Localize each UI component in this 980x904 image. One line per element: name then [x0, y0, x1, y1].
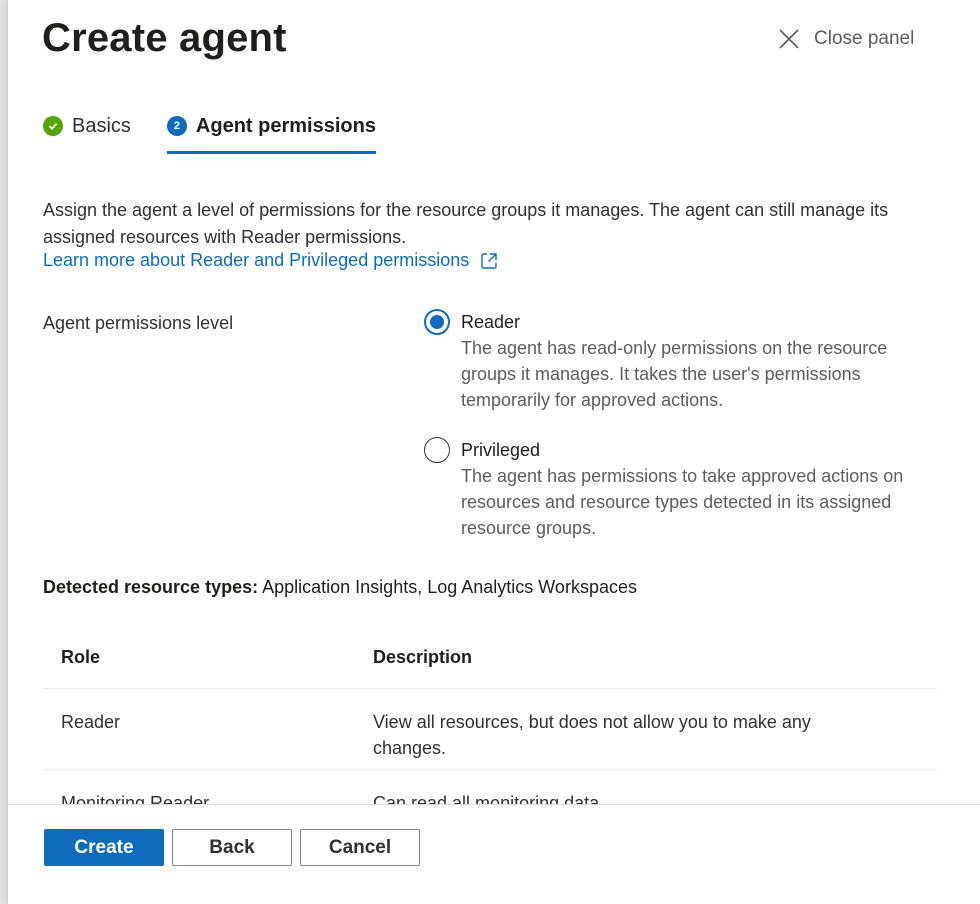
- detected-label: Detected resource types:: [43, 577, 259, 597]
- privileged-option-label: Privileged: [461, 440, 541, 460]
- table-row: Reader View all resources, but does not …: [43, 689, 937, 770]
- column-header-description: Description: [373, 646, 473, 667]
- step-number-badge: 2: [166, 116, 187, 136]
- tab-agent-permissions[interactable]: 2 Agent permissions: [166, 110, 377, 154]
- create-agent-panel: Create agent Close panel Basics 2 Agent …: [7, 0, 980, 904]
- reader-option-description: The agent has read-only permissions on t…: [461, 338, 888, 410]
- description-cell: View all resources, but does not allow y…: [373, 712, 811, 758]
- tab-agent-permissions-label: Agent permissions: [195, 114, 376, 137]
- close-icon: [779, 29, 799, 49]
- external-link-icon: [481, 252, 497, 269]
- learn-more-label: Learn more about Reader and Privileged p…: [43, 250, 470, 270]
- check-icon: [43, 116, 63, 136]
- create-button[interactable]: Create: [44, 829, 164, 866]
- privileged-option-description: The agent has permissions to take approv…: [461, 466, 904, 538]
- description-cell: Can read all monitoring data.: [373, 793, 605, 804]
- back-button[interactable]: Back: [172, 829, 292, 866]
- page-title: Create agent: [42, 16, 287, 60]
- learn-more-link[interactable]: Learn more about Reader and Privileged p…: [43, 250, 499, 271]
- tab-basics[interactable]: Basics: [43, 110, 131, 142]
- tab-basics-label: Basics: [72, 114, 131, 137]
- roles-table: Role Description Reader View all resourc…: [43, 625, 937, 804]
- intro-text: Assign the agent a level of permissions …: [43, 200, 889, 247]
- detected-resource-types: Detected resource types: Application Ins…: [43, 577, 637, 598]
- column-header-role: Role: [61, 646, 101, 667]
- permissions-level-label: Agent permissions level: [43, 313, 234, 333]
- footer-bar: Create Back Cancel: [8, 804, 980, 904]
- reader-radio[interactable]: [424, 309, 450, 335]
- role-cell: Reader: [61, 712, 121, 732]
- radio-option-reader[interactable]: Reader The agent has read-only permissio…: [424, 309, 934, 413]
- table-row: Monitoring Reader Can read all monitorin…: [43, 770, 937, 804]
- detected-value: Application Insights, Log Analytics Work…: [262, 577, 637, 597]
- reader-option-label: Reader: [461, 312, 521, 332]
- radio-option-privileged[interactable]: Privileged The agent has permissions to …: [424, 437, 934, 541]
- cancel-button[interactable]: Cancel: [300, 829, 420, 866]
- close-panel-label: Close panel: [814, 28, 915, 49]
- wizard-steps: Basics 2 Agent permissions: [43, 110, 377, 154]
- privileged-radio[interactable]: [424, 437, 450, 463]
- table-header-row: Role Description: [43, 625, 937, 689]
- role-cell: Monitoring Reader: [61, 793, 210, 804]
- close-panel-button[interactable]: Close panel: [778, 28, 914, 50]
